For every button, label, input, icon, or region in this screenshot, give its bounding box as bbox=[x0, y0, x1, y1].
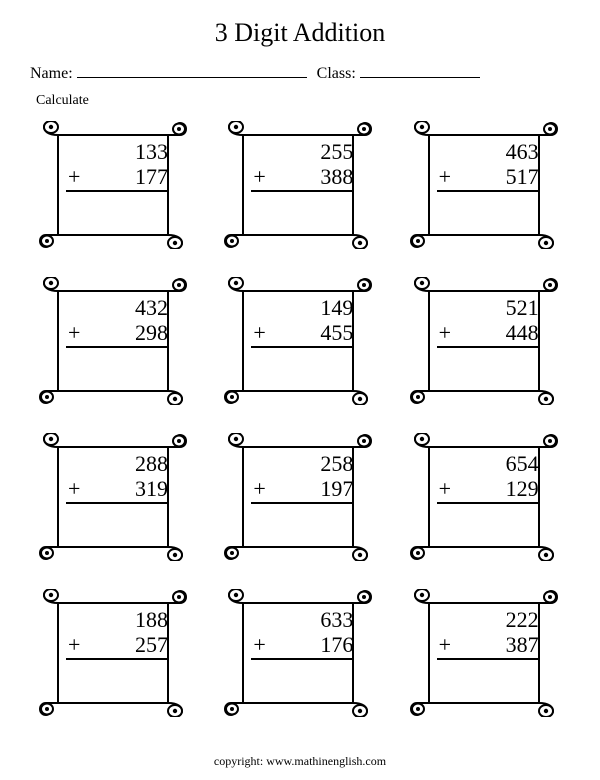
plus-operator: + bbox=[439, 632, 451, 657]
addend-bottom: 387 bbox=[506, 632, 539, 657]
addition-problem: 463 + 517 bbox=[437, 139, 539, 193]
problem-scroll: 149 + 455 bbox=[223, 277, 373, 405]
plus-operator: + bbox=[68, 476, 80, 501]
addend-top: 463 bbox=[437, 139, 539, 164]
addend-bottom-row: + 197 bbox=[251, 476, 353, 504]
plus-operator: + bbox=[253, 164, 265, 189]
addend-top: 654 bbox=[437, 451, 539, 476]
class-label: Class: bbox=[317, 65, 356, 83]
problem-grid: 133 + 177 255 + 388 bbox=[30, 121, 570, 717]
addend-top: 255 bbox=[251, 139, 353, 164]
addition-problem: 521 + 448 bbox=[437, 295, 539, 349]
plus-operator: + bbox=[253, 476, 265, 501]
problem-scroll: 463 + 517 bbox=[409, 121, 559, 249]
problem-scroll: 432 + 298 bbox=[38, 277, 188, 405]
addend-bottom: 177 bbox=[135, 164, 168, 189]
addend-top: 133 bbox=[66, 139, 168, 164]
addend-bottom-row: + 387 bbox=[437, 632, 539, 660]
plus-operator: + bbox=[68, 164, 80, 189]
problem-scroll: 654 + 129 bbox=[409, 433, 559, 561]
page-title: 3 Digit Addition bbox=[30, 18, 570, 48]
plus-operator: + bbox=[439, 320, 451, 345]
addend-bottom-row: + 388 bbox=[251, 164, 353, 192]
addend-top: 432 bbox=[66, 295, 168, 320]
addend-top: 258 bbox=[251, 451, 353, 476]
addend-bottom-row: + 455 bbox=[251, 320, 353, 348]
addition-problem: 288 + 319 bbox=[66, 451, 168, 505]
instruction-text: Calculate bbox=[36, 93, 570, 109]
addition-problem: 432 + 298 bbox=[66, 295, 168, 349]
addition-problem: 255 + 388 bbox=[251, 139, 353, 193]
addend-bottom-row: + 517 bbox=[437, 164, 539, 192]
plus-operator: + bbox=[68, 632, 80, 657]
problem-scroll: 288 + 319 bbox=[38, 433, 188, 561]
addend-bottom: 197 bbox=[320, 476, 353, 501]
plus-operator: + bbox=[439, 164, 451, 189]
problem-scroll: 188 + 257 bbox=[38, 589, 188, 717]
addend-top: 188 bbox=[66, 607, 168, 632]
addend-bottom-row: + 298 bbox=[66, 320, 168, 348]
header-row: Name: Class: bbox=[30, 60, 570, 83]
addend-top: 222 bbox=[437, 607, 539, 632]
problem-scroll: 633 + 176 bbox=[223, 589, 373, 717]
addend-top: 521 bbox=[437, 295, 539, 320]
problem-scroll: 521 + 448 bbox=[409, 277, 559, 405]
addend-bottom: 448 bbox=[506, 320, 539, 345]
addend-top: 149 bbox=[251, 295, 353, 320]
addend-bottom-row: + 448 bbox=[437, 320, 539, 348]
addend-bottom: 388 bbox=[320, 164, 353, 189]
addition-problem: 654 + 129 bbox=[437, 451, 539, 505]
problem-scroll: 222 + 387 bbox=[409, 589, 559, 717]
addend-bottom-row: + 257 bbox=[66, 632, 168, 660]
addition-problem: 222 + 387 bbox=[437, 607, 539, 661]
addend-bottom: 176 bbox=[320, 632, 353, 657]
plus-operator: + bbox=[253, 320, 265, 345]
problem-scroll: 258 + 197 bbox=[223, 433, 373, 561]
addend-bottom: 257 bbox=[135, 632, 168, 657]
addend-bottom: 319 bbox=[135, 476, 168, 501]
addend-bottom-row: + 176 bbox=[251, 632, 353, 660]
copyright-text: copyright: www.mathinenglish.com bbox=[0, 754, 600, 769]
addition-problem: 188 + 257 bbox=[66, 607, 168, 661]
addend-bottom: 455 bbox=[320, 320, 353, 345]
addend-bottom-row: + 177 bbox=[66, 164, 168, 192]
name-label: Name: bbox=[30, 65, 73, 83]
addend-top: 288 bbox=[66, 451, 168, 476]
addend-bottom: 129 bbox=[506, 476, 539, 501]
addition-problem: 258 + 197 bbox=[251, 451, 353, 505]
addend-bottom: 517 bbox=[506, 164, 539, 189]
addition-problem: 633 + 176 bbox=[251, 607, 353, 661]
addend-bottom-row: + 319 bbox=[66, 476, 168, 504]
addition-problem: 133 + 177 bbox=[66, 139, 168, 193]
name-blank[interactable] bbox=[77, 60, 307, 78]
plus-operator: + bbox=[439, 476, 451, 501]
plus-operator: + bbox=[253, 632, 265, 657]
class-blank[interactable] bbox=[360, 60, 480, 78]
plus-operator: + bbox=[68, 320, 80, 345]
problem-scroll: 133 + 177 bbox=[38, 121, 188, 249]
addend-bottom: 298 bbox=[135, 320, 168, 345]
addend-bottom-row: + 129 bbox=[437, 476, 539, 504]
problem-scroll: 255 + 388 bbox=[223, 121, 373, 249]
addend-top: 633 bbox=[251, 607, 353, 632]
addition-problem: 149 + 455 bbox=[251, 295, 353, 349]
